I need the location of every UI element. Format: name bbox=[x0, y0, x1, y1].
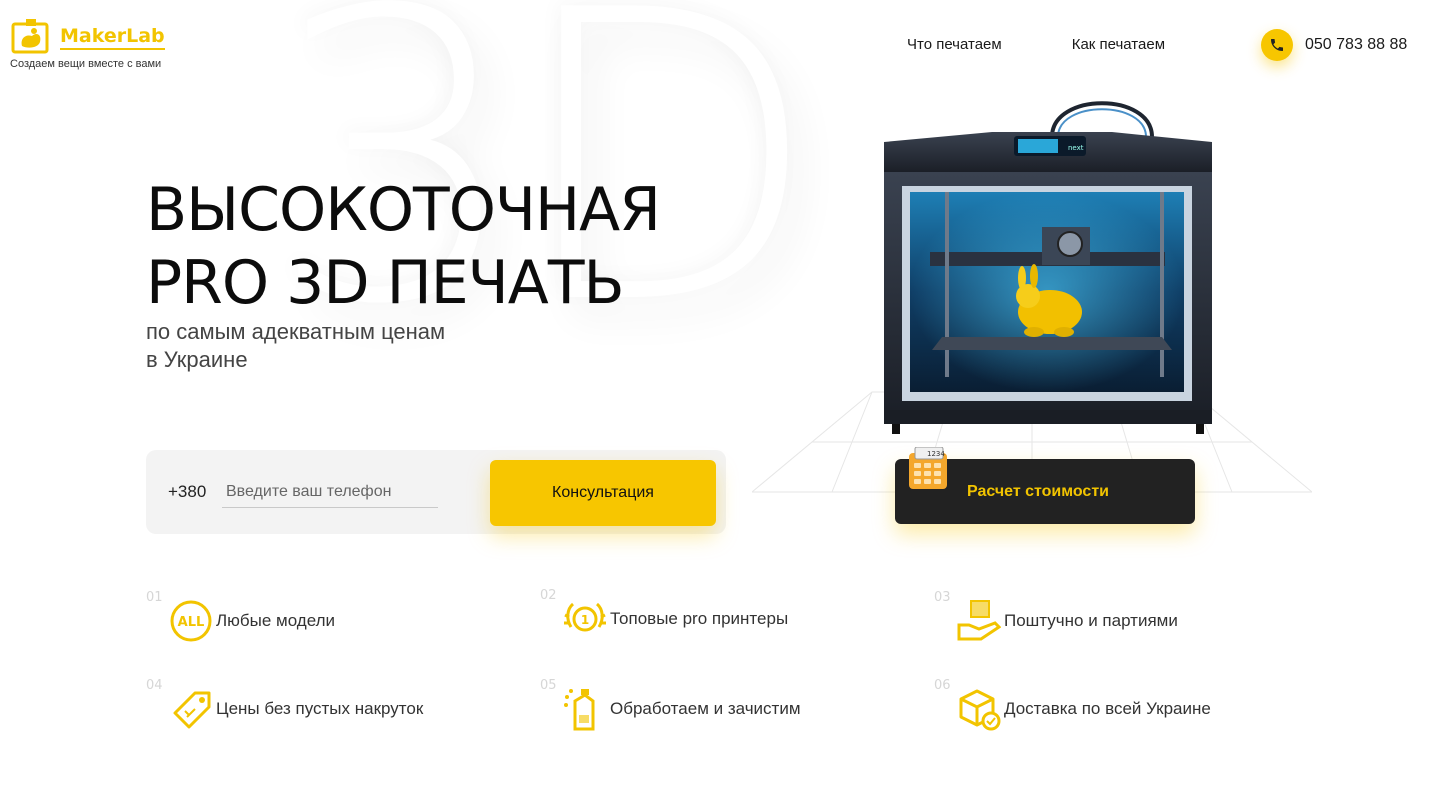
award-medal-number: 1 bbox=[581, 613, 589, 627]
calculator-icon: 1234 bbox=[909, 447, 947, 489]
feature-label: Любые модели bbox=[216, 611, 336, 630]
delivery-box-icon bbox=[956, 686, 1002, 732]
logo-tagline: Создаем вещи вместе с вами bbox=[10, 58, 162, 70]
logo-icon bbox=[11, 19, 49, 54]
calculate-cost-button[interactable]: 1234 Расчет стоимости bbox=[895, 447, 1195, 524]
box-in-hand-icon bbox=[956, 598, 1002, 644]
spray-cleaning-icon bbox=[562, 686, 608, 732]
printer-screen-text: next bbox=[1068, 144, 1084, 152]
all-badge-text: ALL bbox=[178, 615, 205, 630]
feature-item-delivery: 06 Доставка по всей Украине bbox=[934, 678, 1211, 732]
logo[interactable]: MakerLab Создаем вещи вместе с вами bbox=[10, 18, 165, 70]
hero-title-line-2: PRO 3D ПЕЧАТЬ bbox=[146, 248, 625, 319]
price-tag-icon bbox=[168, 686, 214, 732]
feature-item-pro-printers: 02 1 Топовые pro принтеры bbox=[540, 588, 789, 642]
feature-label: Доставка по всей Украине bbox=[1004, 699, 1211, 718]
feature-number: 03 bbox=[934, 590, 951, 605]
phone-number[interactable]: 050 783 88 88 bbox=[1305, 36, 1407, 54]
feature-label: Поштучно и партиями bbox=[1004, 611, 1178, 630]
feature-number: 05 bbox=[540, 678, 557, 693]
phone-prefix: +380 bbox=[168, 482, 207, 501]
feature-number: 01 bbox=[146, 590, 163, 605]
main-nav: Что печатаем Как печатаем bbox=[907, 36, 1165, 53]
all-badge-icon: ALL bbox=[168, 598, 214, 644]
feature-label: Топовые pro принтеры bbox=[610, 609, 789, 628]
feature-label: Обработаем и зачистим bbox=[610, 699, 801, 718]
feature-number: 02 bbox=[540, 588, 557, 603]
feature-item-fair-prices: 04 Цены без пустых накруток bbox=[146, 678, 424, 732]
award-medal-icon: 1 bbox=[562, 596, 608, 642]
phone-input[interactable] bbox=[222, 476, 438, 508]
nav-item-what-we-print[interactable]: Что печатаем bbox=[907, 36, 1002, 53]
consultation-button[interactable]: Консультация bbox=[490, 460, 716, 526]
calculator-display: 1234 bbox=[927, 450, 945, 458]
feature-number: 04 bbox=[146, 678, 163, 693]
hero-title-line-1: ВЫСОКОТОЧНАЯ bbox=[146, 175, 661, 245]
calculate-cost-label: Расчет стоимости bbox=[967, 483, 1109, 500]
feature-number: 06 bbox=[934, 678, 951, 693]
hero-title: ВЫСОКОТОЧНАЯ PRO 3D ПЕЧАТЬ bbox=[146, 174, 661, 320]
hero-subtitle-line-2: в Украине bbox=[146, 346, 248, 372]
header-phone[interactable]: 050 783 88 88 bbox=[1261, 29, 1407, 61]
nav-item-how-we-print[interactable]: Как печатаем bbox=[1072, 36, 1165, 53]
phone-icon[interactable] bbox=[1261, 29, 1293, 61]
3d-printer-image: next bbox=[752, 101, 1312, 493]
feature-item-any-models: 01 ALL Любые модели bbox=[146, 590, 336, 644]
hero-subtitle: по самым адекватным ценам в Украине bbox=[146, 318, 445, 373]
consultation-form: +380 Консультация bbox=[146, 450, 726, 534]
logo-name: MakerLab bbox=[60, 25, 165, 50]
feature-item-post-processing: 05 Обработаем и зачистим bbox=[540, 678, 801, 732]
feature-item-single-and-batch: 03 Поштучно и партиями bbox=[934, 590, 1178, 644]
hero-subtitle-line-1: по самым адекватным ценам bbox=[146, 319, 446, 344]
feature-label: Цены без пустых накруток bbox=[216, 699, 424, 718]
